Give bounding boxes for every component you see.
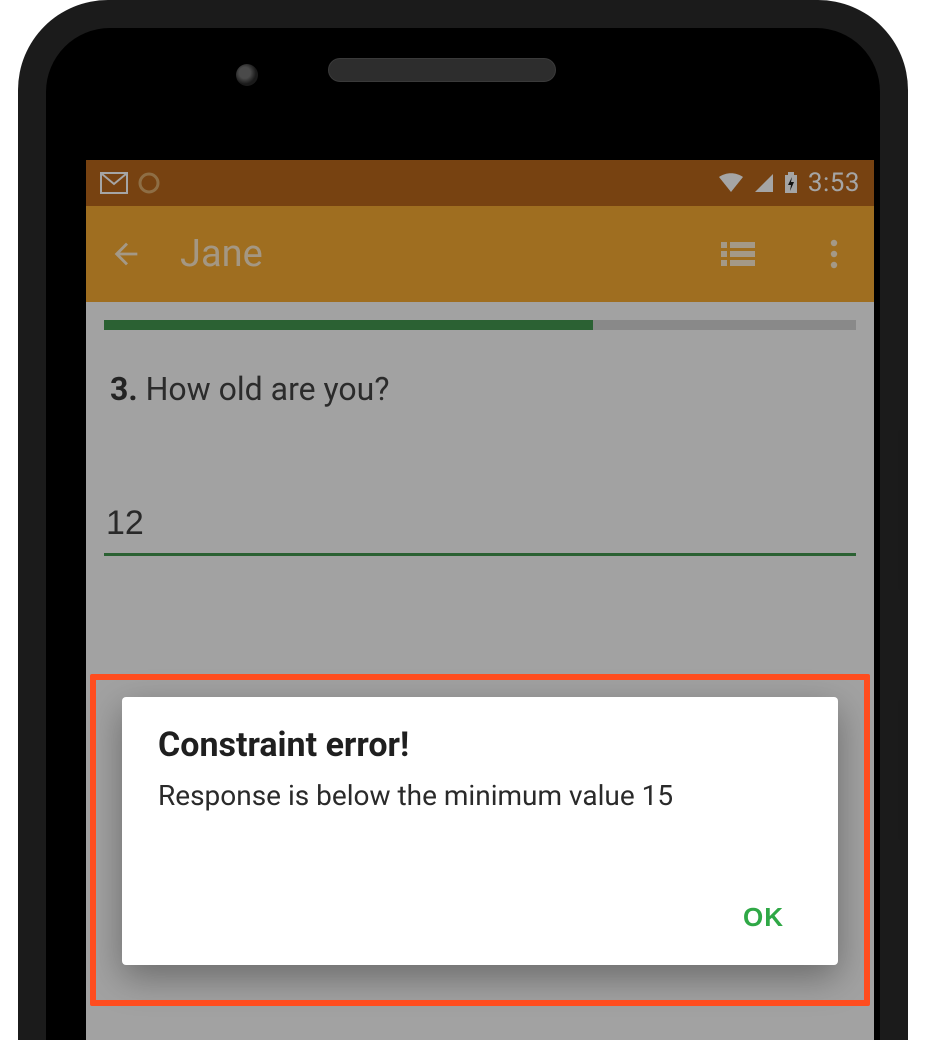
dialog-message: Response is below the minimum value 15 bbox=[158, 779, 802, 812]
phone-side-button-1 bbox=[898, 430, 908, 590]
phone-side-button-2 bbox=[898, 700, 908, 840]
phone-frame: 3:53 Jane bbox=[18, 0, 908, 1040]
phone-camera bbox=[236, 64, 258, 86]
phone-speaker bbox=[328, 58, 556, 82]
ok-button[interactable]: OK bbox=[725, 890, 802, 945]
screen: 3:53 Jane bbox=[86, 160, 874, 1040]
dialog-title: Constraint error! bbox=[158, 725, 802, 765]
error-dialog: Constraint error! Response is below the … bbox=[122, 697, 838, 965]
dialog-actions: OK bbox=[158, 890, 802, 945]
